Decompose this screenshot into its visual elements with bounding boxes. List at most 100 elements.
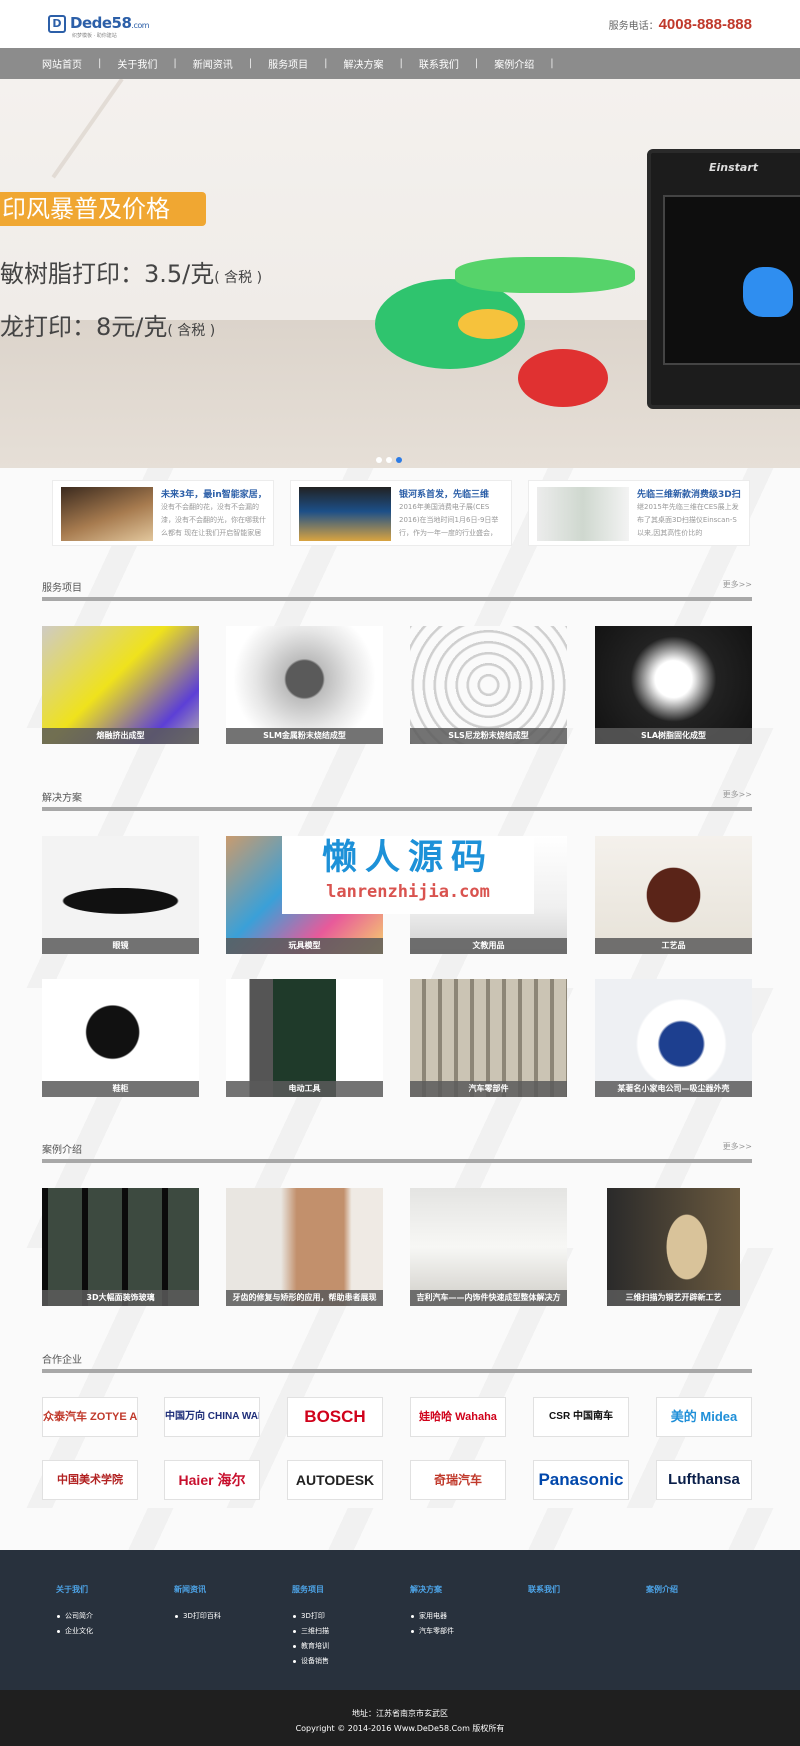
footer-col-title[interactable]: 新闻资讯 (174, 1584, 221, 1595)
case-tile[interactable]: 三维扫描为铜艺开辟新工艺 (607, 1188, 740, 1306)
solution-caption: 工艺品 (595, 938, 752, 954)
partner-logo-lufthansa[interactable]: Lufthansa (656, 1460, 752, 1500)
news-title[interactable]: 未来3年，最in智能家居， (161, 487, 271, 500)
slider-dot[interactable] (386, 457, 392, 463)
service-tile[interactable]: SLS尼龙粉末烧结成型 (410, 626, 567, 744)
service-tile[interactable]: SLM金属粉末烧结成型 (226, 626, 383, 744)
section-divider (42, 807, 752, 811)
case-caption: 吉利汽车——内饰件快速成型整体解决方 (410, 1290, 567, 1306)
solutions-title: 解决方案 (42, 793, 82, 804)
news-strip: 未来3年，最in智能家居， 没有不会翻的花，没有不会漏的漆，没有不会翻的光，你在… (52, 480, 752, 546)
cases-more-link[interactable]: 更多>> (723, 1141, 752, 1152)
solution-tile[interactable]: 工艺品 (595, 836, 752, 954)
slider-dot[interactable] (376, 457, 382, 463)
slider-dot-active[interactable] (396, 457, 402, 463)
nav-item-news[interactable]: 新闻资讯 (193, 56, 233, 71)
solution-caption: 玩具模型 (226, 938, 383, 954)
footer-col-cases: 案例介绍 (646, 1584, 678, 1609)
cases-title: 案例介绍 (42, 1145, 82, 1156)
partner-logo-csr[interactable]: CSR 中国南车 (533, 1397, 629, 1437)
watermark-url: lanrenzhijia.com (326, 882, 490, 902)
footer-link[interactable]: 三维扫描 (292, 1624, 329, 1639)
service-tile[interactable]: SLA树脂固化成型 (595, 626, 752, 744)
nav-separator: | (173, 58, 177, 69)
nav-separator: | (474, 58, 479, 69)
site-logo[interactable]: D Dede58.com 织梦模板 · 助你建站 (48, 14, 150, 39)
partner-logo-zotye[interactable]: 众泰汽车 ZOTYE AUTO (42, 1397, 138, 1437)
footer-link[interactable]: 家用电器 (410, 1609, 454, 1624)
footer-link[interactable]: 汽车零部件 (410, 1624, 454, 1639)
partner-logo-panasonic[interactable]: Panasonic (533, 1460, 629, 1500)
nav-item-contact[interactable]: 联系我们 (419, 56, 459, 71)
section-divider (42, 1159, 752, 1163)
solution-tile[interactable]: 某著名小家电公司—吸尘器外壳 (595, 979, 752, 1097)
nav-separator: | (550, 58, 554, 69)
nav-item-about[interactable]: 关于我们 (117, 56, 157, 71)
footer-col-title[interactable]: 关于我们 (56, 1584, 93, 1595)
partner-logos: 众泰汽车 ZOTYE AUTO 中国万向 CHINA WANXIANG BOSC… (42, 1397, 752, 1507)
solution-caption: 汽车零部件 (410, 1081, 567, 1097)
nav-separator: | (399, 58, 403, 69)
copyright-bar: 地址：江苏省南京市玄武区 Copyright © 2014-2016 Www.D… (0, 1690, 800, 1746)
news-thumbnail (299, 487, 391, 541)
news-title[interactable]: 银河系首发，先临三维 (399, 487, 509, 500)
watermark-cn: 懒人源码 (321, 837, 494, 878)
partner-logo-haier[interactable]: Haier 海尔 (164, 1460, 260, 1500)
services-more-link[interactable]: 更多>> (723, 579, 752, 590)
footer-col-title[interactable]: 服务项目 (292, 1584, 329, 1595)
nav-item-cases[interactable]: 案例介绍 (494, 56, 534, 71)
partner-logo-bosch[interactable]: BOSCH (287, 1397, 383, 1437)
footer-copyright: Copyright © 2014-2016 Www.DeDe58.Com 版权所… (295, 1724, 505, 1733)
nav-item-home[interactable]: 网站首页 (42, 56, 82, 71)
partner-logo-wanxiang[interactable]: 中国万向 CHINA WANXIANG (164, 1397, 260, 1437)
footer-link[interactable]: 3D打印百科 (174, 1609, 221, 1624)
news-card[interactable]: 银河系首发，先临三维 2016年美国消费电子展(CES 2016)在当地时间1月… (290, 480, 512, 546)
footer-col-title[interactable]: 联系我们 (528, 1584, 560, 1595)
news-thumbnail (537, 487, 629, 541)
footer-link[interactable]: 设备销售 (292, 1654, 329, 1669)
footer-col-title[interactable]: 案例介绍 (646, 1584, 678, 1595)
section-divider (42, 597, 752, 601)
partners-section: 合作企业 (42, 1351, 752, 1381)
case-tile[interactable]: 牙齿的修复与矫形的应用，帮助患者展现 (226, 1188, 383, 1306)
yellow-part-model (458, 309, 518, 339)
logo-text: Dede58 (70, 14, 132, 32)
cases-section: 案例介绍 更多>> 3D大幅面装饰玻璃 牙齿的修复与矫形的应用，帮助患者展现 吉… (42, 1141, 752, 1311)
solution-tile[interactable]: 鞋柜 (42, 979, 199, 1097)
nav-item-solutions[interactable]: 解决方案 (344, 56, 384, 71)
solution-caption: 某著名小家电公司—吸尘器外壳 (595, 1081, 752, 1097)
news-thumbnail (61, 487, 153, 541)
partner-logo-chery[interactable]: 奇瑞汽车 (410, 1460, 506, 1500)
partner-logo-caa[interactable]: 中国美术学院 (42, 1460, 138, 1500)
footer-col-title[interactable]: 解决方案 (410, 1584, 454, 1595)
nav-item-services[interactable]: 服务项目 (268, 56, 308, 71)
news-title[interactable]: 先临三维新款消费级3D扫 (637, 487, 747, 500)
solution-caption: 眼镜 (42, 938, 199, 954)
footer-link[interactable]: 企业文化 (56, 1624, 93, 1639)
news-card[interactable]: 未来3年，最in智能家居， 没有不会翻的花，没有不会漏的漆，没有不会翻的光，你在… (52, 480, 274, 546)
case-tile[interactable]: 3D大幅面装饰玻璃 (42, 1188, 199, 1306)
case-tile[interactable]: 吉利汽车——内饰件快速成型整体解决方 (410, 1188, 567, 1306)
news-card[interactable]: 先临三维新款消费级3D扫 继2015年先临三维在CES展上发布了其桌面3D扫描仪… (528, 480, 750, 546)
solution-tile[interactable]: 汽车零部件 (410, 979, 567, 1097)
service-caption: SLS尼龙粉末烧结成型 (410, 728, 567, 744)
footer-address: 地址：江苏省南京市玄武区 (352, 1709, 448, 1718)
logo-icon: D (48, 15, 66, 33)
partners-title: 合作企业 (42, 1355, 82, 1366)
footer-link[interactable]: 公司简介 (56, 1609, 93, 1624)
main-nav: 网站首页 | 关于我们 | 新闻资讯 | 服务项目 | 解决方案 | 联系我们 | 案例介绍… (0, 48, 800, 79)
hero-banner[interactable]: 印风暴普及价格 敏树脂打印：3.5/克( 含税 ) 龙打印：8元/克( 含税 )… (0, 79, 800, 468)
solutions-more-link[interactable]: 更多>> (723, 789, 752, 800)
service-caption: 熔融挤出成型 (42, 728, 199, 744)
phone-label: 服务电话： (608, 21, 659, 32)
partner-logo-autodesk[interactable]: AUTODESK (287, 1460, 383, 1500)
footer-col-solutions: 解决方案 家用电器 汽车零部件 (410, 1584, 454, 1639)
partner-logo-wahaha[interactable]: 娃哈哈 Wahaha (410, 1397, 506, 1437)
footer-link[interactable]: 教育培训 (292, 1639, 329, 1654)
partner-logo-midea[interactable]: 美的 Midea (656, 1397, 752, 1437)
service-caption: SLA树脂固化成型 (595, 728, 752, 744)
solution-tile[interactable]: 电动工具 (226, 979, 383, 1097)
service-tile[interactable]: 熔融挤出成型 (42, 626, 199, 744)
footer-link[interactable]: 3D打印 (292, 1609, 329, 1624)
solution-tile[interactable]: 眼镜 (42, 836, 199, 954)
